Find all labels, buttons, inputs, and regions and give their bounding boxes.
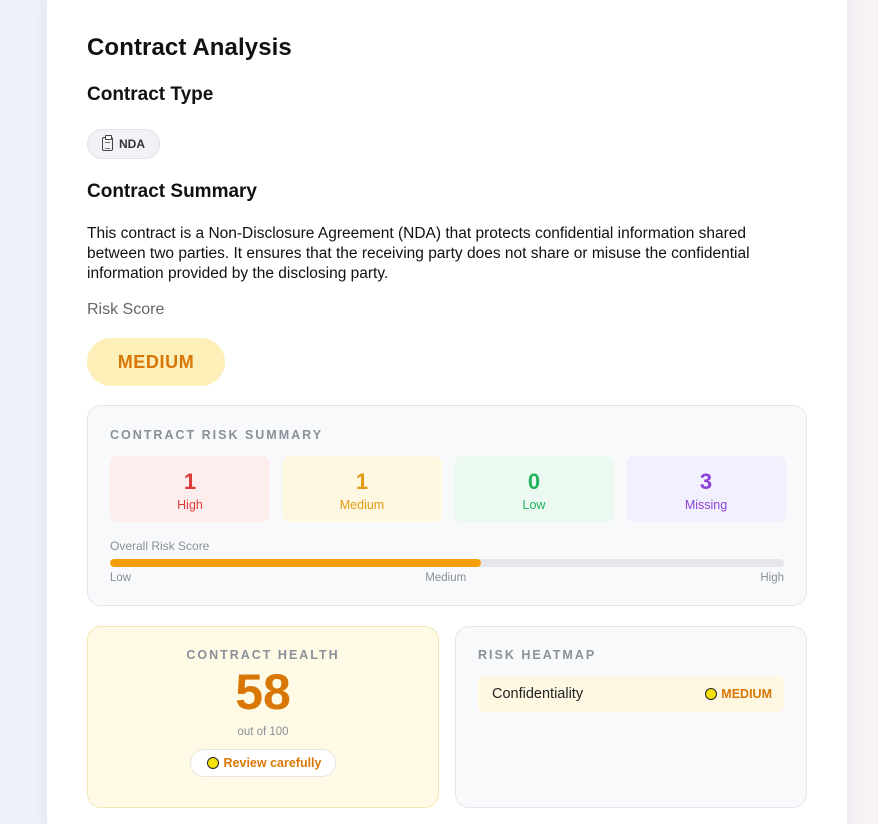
analysis-card: Contract Analysis Contract Type NDA Cont…	[47, 0, 847, 824]
stat-high-label: High	[177, 498, 203, 512]
overall-risk-bar	[110, 559, 784, 567]
heatmap-row[interactable]: Confidentiality MEDIUM	[478, 676, 784, 712]
scale-high: High	[760, 572, 784, 584]
stat-low: 0 Low	[454, 456, 614, 522]
stat-high: 1 High	[110, 456, 270, 522]
stat-missing: 3 Missing	[626, 456, 786, 522]
contract-summary-text: This contract is a Non-Disclosure Agreem…	[87, 225, 750, 282]
stat-low-value: 0	[527, 469, 541, 494]
overall-risk-label: Overall Risk Score	[110, 539, 210, 553]
yellow-circle-icon	[705, 688, 718, 700]
scale-medium: Medium	[425, 572, 467, 584]
stat-low-label: Low	[522, 498, 546, 512]
stat-medium-label: Medium	[339, 498, 385, 512]
risk-summary-panel: CONTRACT RISK SUMMARY 1 High 1 Medium 0 …	[87, 405, 807, 606]
contract-summary-heading: Contract Summary	[87, 181, 257, 202]
contract-health-out-of: out of 100	[237, 726, 289, 738]
heatmap-row-name: Confidentiality	[492, 686, 584, 702]
yellow-circle-icon	[206, 757, 219, 769]
clipboard-icon	[102, 135, 113, 151]
stat-high-value: 1	[183, 469, 197, 494]
contract-health-panel: CONTRACT HEALTH 58 out of 100 Review car…	[87, 626, 439, 808]
risk-heatmap-panel: RISK HEATMAP Confidentiality MEDIUM	[455, 626, 807, 808]
overall-risk-bar-fill	[110, 559, 481, 567]
risk-heatmap-caption: RISK HEATMAP	[478, 648, 597, 662]
contract-health-caption: CONTRACT HEALTH	[186, 648, 340, 662]
stat-missing-label: Missing	[684, 498, 728, 512]
risk-summary-caption: CONTRACT RISK SUMMARY	[110, 428, 324, 442]
contract-type-badge: NDA	[87, 129, 160, 159]
stat-medium: 1 Medium	[282, 456, 442, 522]
heatmap-row-level-label: MEDIUM	[721, 687, 772, 701]
risk-score-badge: MEDIUM	[87, 338, 225, 386]
scale-low: Low	[110, 572, 132, 584]
heatmap-row-level: MEDIUM	[705, 687, 772, 701]
contract-type-value: NDA	[119, 137, 145, 151]
review-verdict-badge: Review carefully	[189, 749, 337, 777]
risk-score-label: Risk Score	[87, 301, 165, 318]
stat-missing-value: 3	[699, 469, 713, 494]
overall-risk-scale: Low Medium High	[110, 572, 784, 584]
review-verdict-label: Review carefully	[223, 756, 322, 770]
contract-type-heading: Contract Type	[87, 84, 214, 105]
stat-medium-value: 1	[355, 469, 369, 494]
page-title: Contract Analysis	[87, 34, 292, 61]
contract-health-score: 58	[235, 664, 291, 720]
